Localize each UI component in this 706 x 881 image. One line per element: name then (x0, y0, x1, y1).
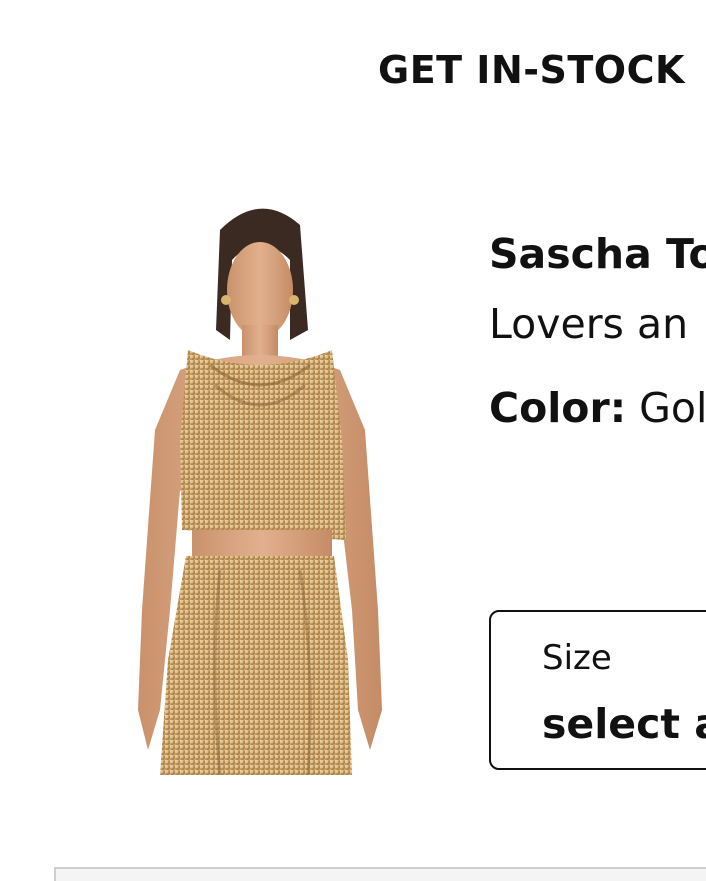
product-brand: Lovers an (489, 300, 689, 348)
page-title: GET IN-STOCK (378, 48, 685, 92)
email-input[interactable] (54, 867, 706, 881)
product-name[interactable]: Sascha To (489, 230, 706, 278)
product-color: Color: Gol (489, 384, 706, 432)
size-select[interactable]: Size select a (489, 610, 706, 770)
size-select-label: Size (542, 638, 612, 678)
color-value: Gol (639, 384, 706, 432)
in-stock-alert-page: GET IN-STOCK Sascha To Lovers an Color: … (0, 0, 706, 881)
color-label: Color: (489, 384, 627, 432)
size-select-value: select a (542, 700, 706, 748)
product-image (138, 208, 382, 775)
